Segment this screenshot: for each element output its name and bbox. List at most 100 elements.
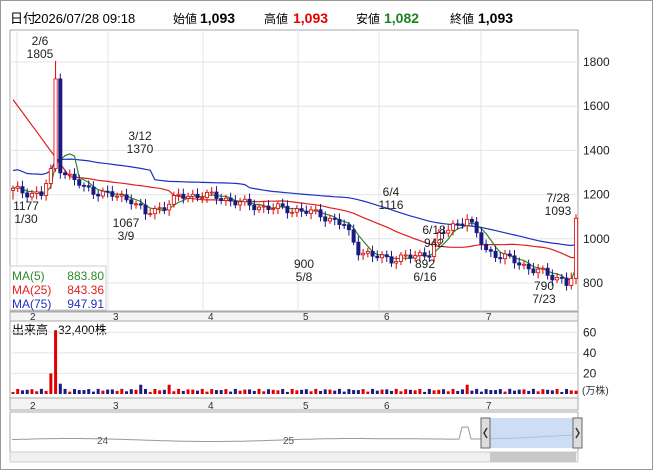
candle-body [384, 254, 389, 258]
volume-bar [460, 389, 464, 394]
volume-bar [352, 390, 356, 394]
navigator-scroll-thumb[interactable] [490, 452, 576, 462]
candle-body [44, 183, 49, 196]
candle-body [58, 78, 63, 174]
volume-bar [394, 388, 398, 394]
candle-body [91, 186, 96, 195]
volume-bar [560, 391, 564, 394]
date-label: 日付 [10, 11, 36, 26]
volume-bar [54, 330, 58, 394]
volume-bar [380, 389, 384, 394]
candle-body [337, 218, 342, 225]
volume-bar [214, 390, 218, 394]
candle-body [479, 232, 484, 245]
candle-body [460, 223, 465, 227]
volume-bar [191, 389, 195, 394]
navigator-selected-range[interactable] [490, 418, 576, 448]
volume-bar [309, 391, 313, 394]
low-value: 1,082 [384, 10, 419, 26]
volume-bar [413, 390, 417, 394]
candle-body [493, 250, 498, 258]
volume-bar [323, 389, 327, 394]
candle-body [342, 224, 347, 226]
volume-bar [129, 389, 133, 394]
candle-body [545, 267, 550, 276]
candle-body [152, 208, 157, 215]
candle-body [247, 198, 252, 206]
candle-body [417, 252, 422, 257]
navigator-left-handle[interactable] [480, 417, 491, 449]
volume-unit: (万株) [582, 384, 609, 397]
volume-bar [385, 389, 389, 394]
volume-bar [257, 388, 261, 394]
candle-body [403, 254, 408, 257]
volume-bar [25, 389, 29, 394]
candle-body [176, 193, 181, 196]
month-strip [9, 311, 579, 322]
close-value: 1,093 [478, 10, 513, 26]
volume-bar [536, 391, 540, 394]
volume-bar [300, 389, 304, 394]
candle-body [138, 203, 143, 206]
candle-body [555, 276, 560, 281]
price-tick-label: 1600 [583, 99, 610, 113]
volume-bar [35, 391, 39, 394]
candle-body [261, 205, 266, 208]
volume-bar [177, 388, 181, 394]
candle-body [190, 193, 195, 197]
volume-bar [115, 390, 119, 394]
candle-body [67, 173, 72, 176]
candle-body [318, 209, 323, 218]
annotation-date: 2/6 [32, 34, 49, 48]
candle-body [455, 223, 460, 226]
annotation-date: 3/12 [128, 129, 152, 143]
candle-body [285, 205, 290, 214]
navigator-right-handle[interactable] [572, 417, 583, 449]
volume-bar [508, 388, 512, 394]
volume-bar [290, 388, 294, 394]
volume-bar [503, 391, 507, 394]
navigator-scrollbar[interactable] [9, 451, 579, 463]
volume-bar [512, 390, 516, 394]
volume-bar [271, 389, 275, 394]
candle-body [503, 253, 508, 260]
volume-bar [479, 391, 483, 394]
candle-body [380, 254, 385, 259]
candle-body [313, 209, 318, 212]
volume-bar [361, 389, 365, 394]
volume-bar [569, 390, 573, 394]
candle-body [309, 209, 314, 214]
annotation-date: 3/9 [118, 229, 135, 243]
candle-body [346, 224, 351, 231]
volume-bar [337, 388, 341, 394]
candle-body [115, 195, 120, 198]
volume-bar [11, 391, 15, 394]
annotation-value: 1177 [13, 199, 39, 213]
volume-bar [106, 389, 110, 394]
volume-bar [498, 389, 502, 394]
range-navigator[interactable]: 24 25 [9, 411, 583, 463]
candle-body [209, 191, 214, 194]
candle-body [105, 190, 110, 193]
candle-body [34, 191, 39, 194]
candle-body [512, 255, 517, 264]
candle-body [96, 193, 101, 197]
volume-bar [328, 389, 332, 394]
volume-bar [375, 390, 379, 394]
volume-bar [366, 391, 370, 394]
volume-bar [285, 391, 289, 394]
price-tick-label: 1400 [583, 143, 610, 157]
volume-bar [319, 390, 323, 394]
volume-bar [233, 388, 237, 394]
month-tick-label: 2 [30, 401, 36, 412]
candle-body [129, 199, 134, 205]
month-strip [9, 397, 579, 411]
candle-body [469, 218, 474, 223]
volume-bar [200, 388, 204, 394]
legend-ma25-name: MA(25) [12, 283, 51, 297]
volume-bar [371, 388, 375, 394]
candle-body [290, 211, 295, 214]
volume-bar [522, 389, 526, 394]
volume-bar [295, 390, 299, 394]
volume-bar [63, 388, 67, 394]
